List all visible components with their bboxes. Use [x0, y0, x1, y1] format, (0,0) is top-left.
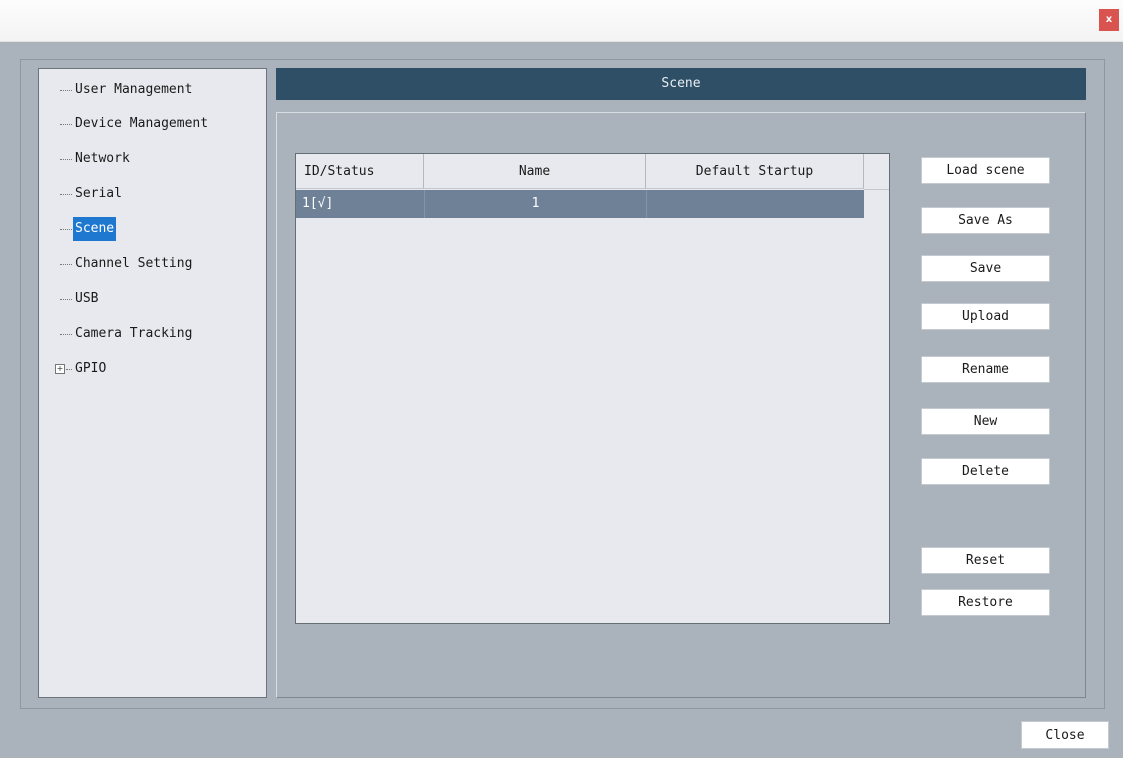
page-title: Scene	[276, 68, 1086, 100]
upload-button[interactable]: Upload	[921, 303, 1050, 330]
cell-default-startup	[646, 190, 864, 218]
rename-button[interactable]: Rename	[921, 356, 1050, 383]
tree-connector	[60, 263, 72, 265]
tree-item-label: Network	[75, 151, 130, 166]
tree-item-device-management[interactable]: Device Management	[60, 112, 210, 136]
tree-item-label: Camera Tracking	[75, 326, 193, 341]
close-icon[interactable]: x	[1099, 9, 1119, 31]
expand-icon[interactable]: +	[55, 364, 65, 374]
delete-button[interactable]: Delete	[921, 458, 1050, 485]
title-bar: x	[0, 0, 1123, 42]
tree-item-label: Scene	[73, 217, 117, 241]
reset-button[interactable]: Reset	[921, 547, 1050, 574]
tree-connector	[60, 158, 72, 160]
column-header-default-startup[interactable]: Default Startup	[646, 154, 864, 189]
tree-item-network[interactable]: Network	[60, 147, 132, 171]
scene-table: ID/Status Name Default Startup 1[√] 1	[295, 153, 890, 624]
cell-name: 1	[424, 190, 646, 218]
tree-item-label: Device Management	[75, 116, 209, 131]
save-button[interactable]: Save	[921, 255, 1050, 282]
column-header-name[interactable]: Name	[424, 154, 646, 189]
new-button[interactable]: New	[921, 408, 1050, 435]
tree-item-gpio[interactable]: + GPIO	[55, 357, 108, 381]
tree-connector	[60, 193, 72, 195]
tree-item-serial[interactable]: Serial	[60, 182, 124, 206]
tree-item-label: Channel Setting	[75, 256, 193, 271]
tree-connector	[60, 123, 72, 125]
tree-item-usb[interactable]: USB	[60, 287, 100, 311]
table-row[interactable]: 1[√] 1	[296, 190, 864, 218]
load-scene-button[interactable]: Load scene	[921, 157, 1050, 184]
close-button[interactable]: Close	[1021, 721, 1109, 749]
tree-item-channel-setting[interactable]: Channel Setting	[60, 252, 194, 276]
tree-item-label: User Management	[75, 82, 193, 97]
tree-item-label: GPIO	[75, 361, 107, 376]
tree-item-user-management[interactable]: User Management	[60, 78, 194, 102]
tree-item-label: Serial	[75, 186, 122, 201]
tree-connector	[66, 368, 72, 370]
tree-item-camera-tracking[interactable]: Camera Tracking	[60, 322, 194, 346]
tree-connector	[60, 333, 72, 335]
tree-item-label: USB	[75, 291, 99, 306]
header-corner	[864, 154, 889, 190]
tree-connector	[60, 228, 72, 230]
save-as-button[interactable]: Save As	[921, 207, 1050, 234]
tree-connector	[60, 298, 72, 300]
column-header-id-status[interactable]: ID/Status	[296, 154, 424, 189]
settings-tree: User Management Device Management Networ…	[38, 68, 267, 698]
tree-item-scene[interactable]: Scene	[60, 217, 117, 241]
restore-button[interactable]: Restore	[921, 589, 1050, 616]
tree-connector	[60, 89, 72, 91]
cell-id-status: 1[√]	[302, 196, 334, 211]
